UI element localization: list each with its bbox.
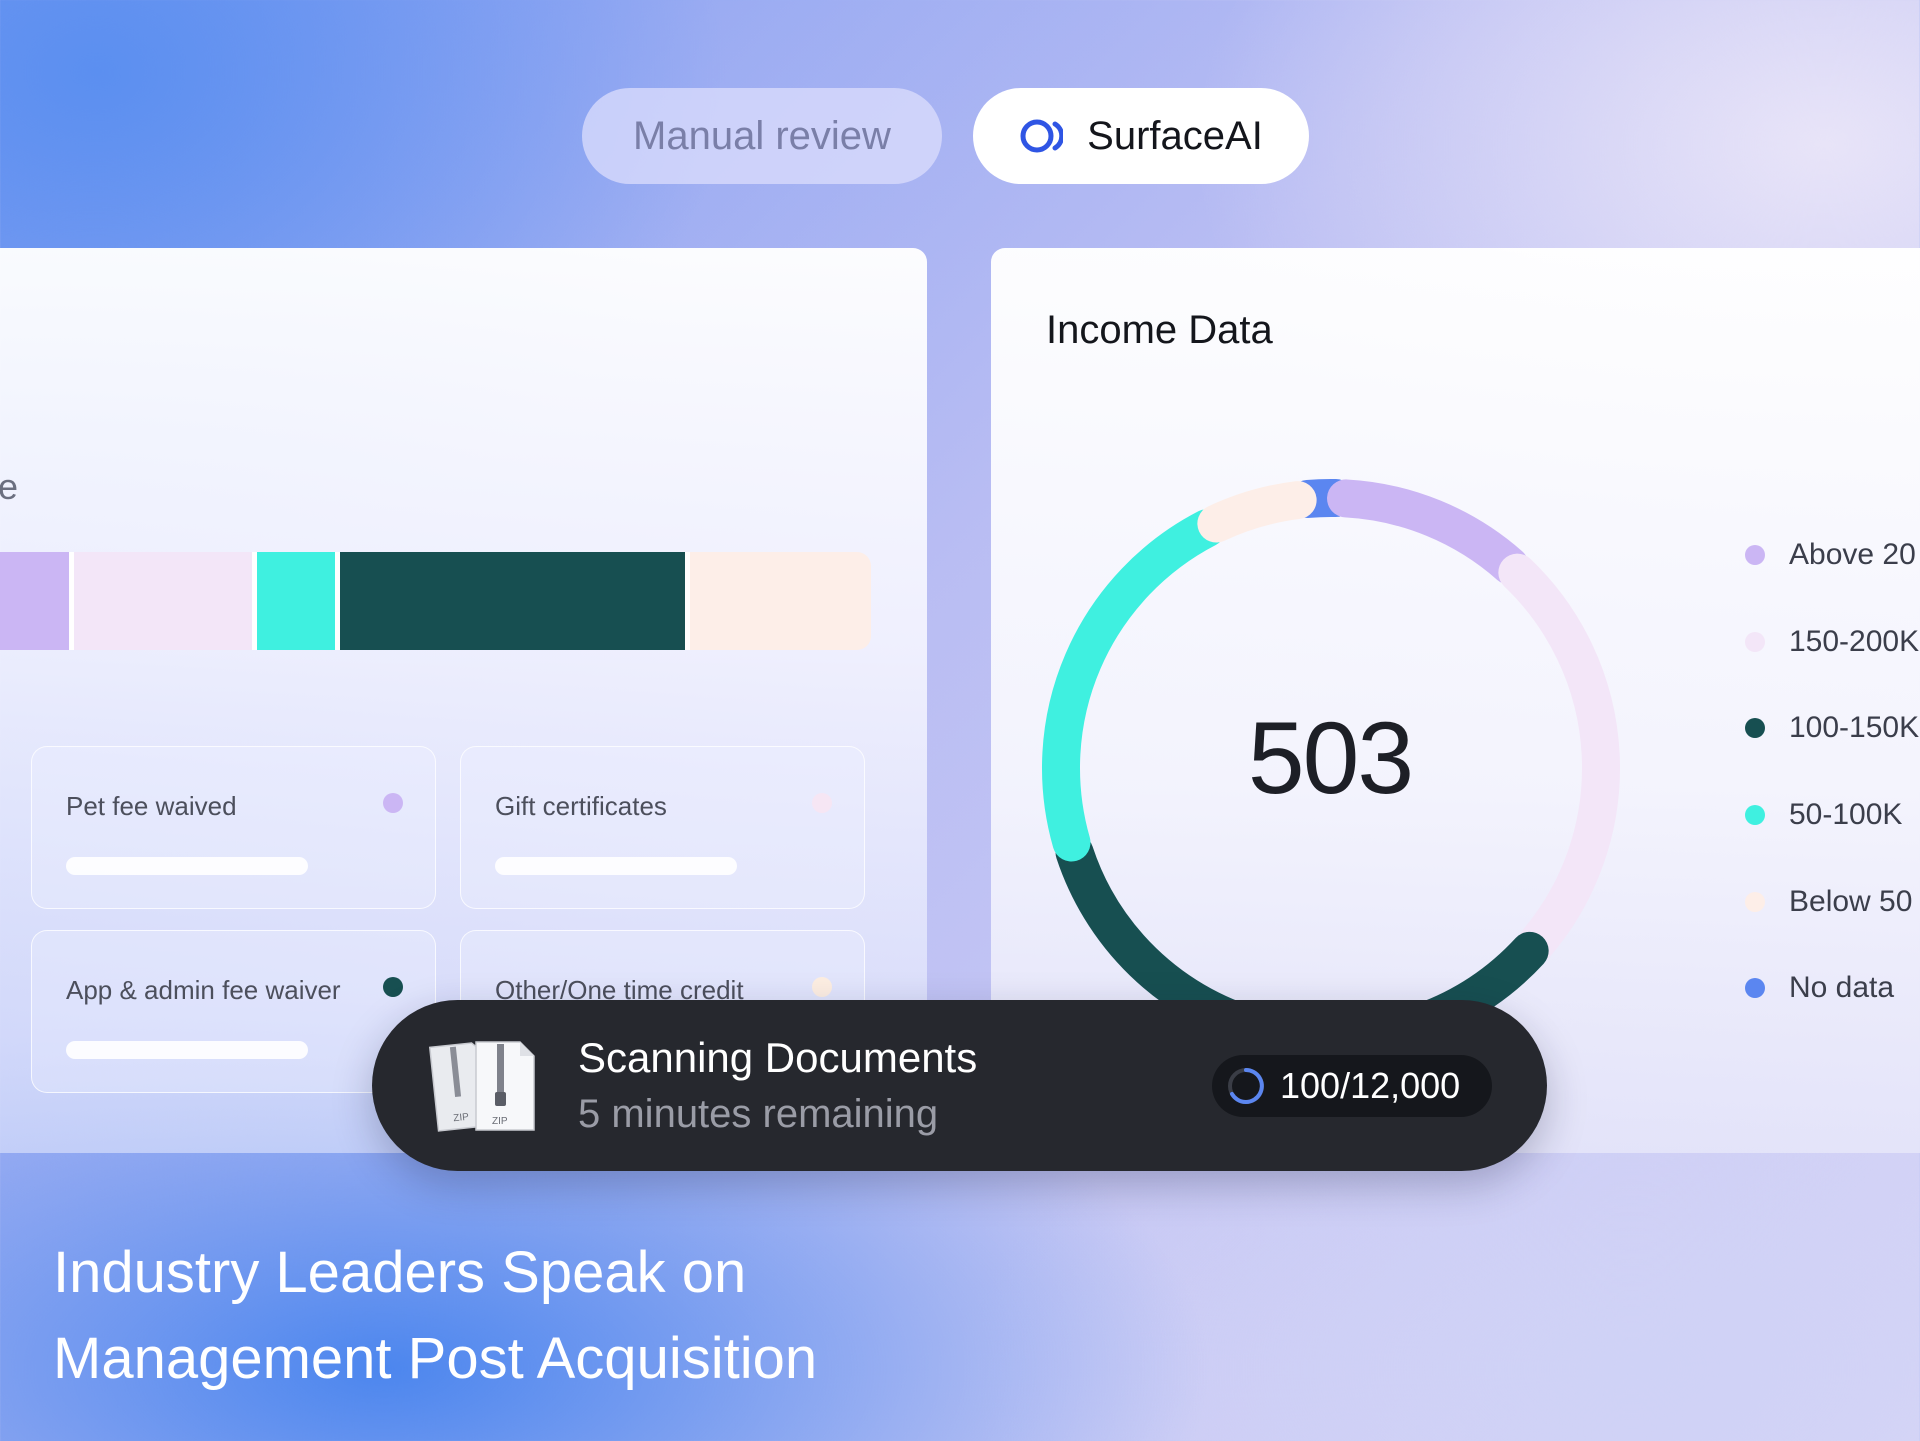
bar-segment-below-50k	[690, 552, 871, 650]
manual-review-label: Manual review	[633, 113, 891, 158]
legend-dot	[1745, 978, 1765, 998]
scan-progress-count: 100/12,000	[1280, 1065, 1461, 1106]
fee-color-dot	[383, 977, 403, 997]
bar-segment-50-100k	[257, 552, 335, 650]
scanning-title: Scanning Documents	[578, 1034, 978, 1081]
manual-review-toggle[interactable]: Manual review	[582, 88, 942, 184]
donut-slice-above-200k	[1327, 479, 1529, 585]
fee-card-pet-fee[interactable]: Pet fee waived	[31, 746, 436, 909]
fee-label: App & admin fee waiver	[66, 975, 341, 1005]
legend-dot	[1745, 892, 1765, 912]
legend-item-100-150k: 100-150K	[1745, 711, 1919, 745]
legend-item-50-100k: 50-100K	[1745, 798, 1902, 832]
scanning-toast: ZIP ZIP Scanning Documents 5 minutes rem…	[372, 1000, 1547, 1171]
bar-segment-150-200k	[74, 552, 252, 650]
scanning-subtitle: 5 minutes remaining	[578, 1092, 939, 1136]
bar-segment-above-200k	[0, 552, 69, 650]
fee-placeholder-bar	[66, 1041, 308, 1059]
legend-label: 100-150K	[1789, 711, 1920, 744]
surfaceai-label: SurfaceAI	[1087, 113, 1263, 158]
fee-label: Pet fee waived	[66, 791, 237, 821]
zip-front-label: ZIP	[492, 1116, 508, 1127]
income-total-value: 503	[1247, 701, 1414, 815]
fee-color-dot	[812, 977, 832, 997]
zip-files-icon: ZIP ZIP	[428, 1041, 535, 1132]
legend-item-no-data: No data	[1745, 971, 1894, 1005]
legend-label: No data	[1789, 971, 1895, 1004]
legend-dot	[1745, 718, 1765, 738]
legend-label: 50-100K	[1789, 798, 1903, 831]
fee-color-dot	[812, 793, 832, 813]
legend-dot	[1745, 805, 1765, 825]
progress-spinner-icon	[1228, 1068, 1264, 1104]
surfaceai-logo-icon	[1020, 119, 1064, 153]
headline-line-1: Industry Leaders Speak on	[53, 1240, 747, 1305]
fee-card-gift-certificates[interactable]: Gift certificates	[460, 746, 865, 909]
legend-item-below-50k: Below 50	[1745, 885, 1912, 919]
bar-segment-100-150k	[340, 552, 685, 650]
fee-label: Gift certificates	[495, 791, 667, 821]
legend-dot	[1745, 545, 1765, 565]
legend-item-above-200k: Above 20	[1745, 538, 1916, 572]
legend-label: Below 50	[1789, 885, 1913, 918]
scan-progress-pill: 100/12,000	[1212, 1055, 1492, 1117]
headline-line-2: Management Post Acquisition	[53, 1326, 818, 1391]
fee-placeholder-bar	[66, 857, 308, 875]
legend-label: 150-200K	[1789, 625, 1920, 658]
zip-back-label: ZIP	[453, 1112, 470, 1125]
donut-slice-below-50k	[1197, 481, 1317, 543]
legend-item-150-200k: 150-200K	[1745, 625, 1919, 659]
fee-placeholder-bar	[495, 857, 737, 875]
value-heading: lue	[0, 466, 19, 507]
fee-color-dot	[383, 793, 403, 813]
income-title: Income Data	[1046, 308, 1273, 352]
legend-label: Above 20	[1789, 538, 1916, 571]
legend-dot	[1745, 632, 1765, 652]
article-headline[interactable]: Industry Leaders Speak on Management Pos…	[53, 1230, 1053, 1402]
surfaceai-toggle[interactable]: SurfaceAI	[973, 88, 1309, 184]
stacked-value-bar	[0, 552, 871, 650]
